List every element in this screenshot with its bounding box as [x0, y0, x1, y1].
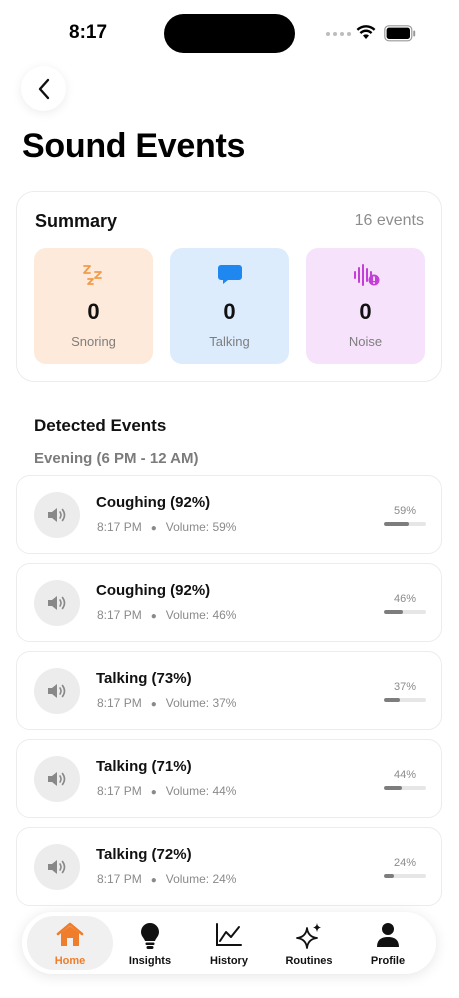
event-time: 8:17 PM — [97, 696, 142, 710]
chevron-left-icon — [38, 78, 49, 99]
event-time: 8:17 PM — [97, 872, 142, 886]
status-bar: 8:17 — [0, 0, 459, 60]
event-meta: 8:17 PM ● Volume: 46% — [97, 608, 237, 622]
tab-home[interactable]: Home — [27, 916, 113, 970]
snoring-tile[interactable]: 0 Snoring — [34, 248, 153, 364]
zzz-icon — [34, 263, 153, 287]
event-title: Coughing (92%) — [96, 582, 211, 599]
event-title: Talking (72%) — [96, 846, 192, 863]
page-title: Sound Events — [22, 127, 246, 165]
talking-label: Talking — [209, 334, 250, 349]
speaker-icon — [34, 668, 80, 714]
event-card[interactable]: Coughing (92%) 8:17 PM ● Volume: 59% 59% — [16, 475, 442, 554]
wifi-icon — [356, 25, 376, 39]
tab-routines[interactable]: Routines — [266, 916, 352, 970]
event-time: 8:17 PM — [97, 608, 142, 622]
event-time: 8:17 PM — [97, 520, 142, 534]
event-card[interactable]: Coughing (92%) 8:17 PM ● Volume: 46% 46% — [16, 563, 442, 642]
event-card[interactable]: Talking (73%) 8:17 PM ● Volume: 37% 37% — [16, 651, 442, 730]
status-time: 8:17 — [69, 22, 108, 43]
detected-events-title: Detected Events — [34, 416, 167, 435]
dynamic-island — [164, 14, 295, 53]
volume-bar — [384, 522, 426, 526]
tab-profile[interactable]: Profile — [345, 916, 431, 970]
sparkles-icon — [266, 922, 352, 950]
event-title: Talking (71%) — [96, 758, 192, 775]
event-meta: 8:17 PM ● Volume: 59% — [97, 520, 237, 534]
event-volume-percent: 46% — [393, 593, 416, 605]
event-time: 8:17 PM — [97, 784, 142, 798]
volume-bar-fill — [384, 610, 404, 614]
speaker-icon — [34, 844, 80, 890]
summary-event-count: 16 events — [354, 212, 424, 229]
cellular-signal-icon — [326, 32, 351, 36]
lightbulb-icon — [107, 922, 193, 950]
battery-icon — [384, 25, 416, 42]
summary-card: Summary 16 events 0 Snoring 0 Talking 0 … — [16, 191, 442, 382]
event-volume: Volume: 24% — [165, 872, 237, 886]
volume-bar-fill — [384, 786, 403, 790]
volume-bar-fill — [384, 698, 400, 702]
talking-count: 0 — [223, 299, 236, 324]
tab-insights-label: Insights — [128, 955, 172, 967]
tab-profile-label: Profile — [370, 955, 406, 967]
tab-home-label: Home — [54, 955, 86, 967]
volume-bar — [384, 610, 426, 614]
event-title: Coughing (92%) — [96, 494, 211, 511]
snoring-count: 0 — [87, 299, 100, 324]
event-volume: Volume: 44% — [165, 784, 237, 798]
tab-insights[interactable]: Insights — [107, 916, 193, 970]
volume-bar-fill — [384, 522, 409, 526]
waveform-alert-icon — [306, 263, 425, 287]
house-icon — [27, 922, 113, 948]
volume-bar — [384, 786, 426, 790]
event-volume-percent: 24% — [393, 857, 416, 869]
tab-routines-label: Routines — [285, 955, 333, 967]
noise-label: Noise — [348, 334, 383, 349]
noise-count: 0 — [359, 299, 372, 324]
snoring-label: Snoring — [71, 334, 116, 349]
tab-history-label: History — [210, 955, 248, 967]
line-chart-icon — [186, 922, 272, 948]
event-volume-percent: 59% — [393, 505, 416, 517]
event-volume: Volume: 46% — [165, 608, 237, 622]
event-card[interactable]: Talking (71%) 8:17 PM ● Volume: 44% 44% — [16, 739, 442, 818]
event-card[interactable]: Talking (72%) 8:17 PM ● Volume: 24% 24% — [16, 827, 442, 906]
tab-history[interactable]: History — [186, 916, 272, 970]
speaker-icon — [34, 580, 80, 626]
time-group-title: Evening (6 PM - 12 AM) — [34, 450, 199, 467]
speaker-icon — [34, 492, 80, 538]
event-meta: 8:17 PM ● Volume: 44% — [97, 784, 237, 798]
back-button[interactable] — [21, 66, 66, 111]
talking-tile[interactable]: 0 Talking — [170, 248, 289, 364]
tab-bar: Home Insights History Routines Profile — [22, 912, 436, 974]
event-title: Talking (73%) — [96, 670, 192, 687]
event-meta: 8:17 PM ● Volume: 37% — [97, 696, 237, 710]
summary-title: Summary — [35, 211, 118, 231]
event-meta: 8:17 PM ● Volume: 24% — [97, 872, 237, 886]
volume-bar — [384, 698, 426, 702]
volume-bar-fill — [384, 874, 395, 878]
event-volume-percent: 44% — [393, 769, 416, 781]
event-volume: Volume: 59% — [165, 520, 237, 534]
volume-bar — [384, 874, 426, 878]
event-volume-percent: 37% — [393, 681, 416, 693]
person-icon — [345, 922, 431, 948]
noise-tile[interactable]: 0 Noise — [306, 248, 425, 364]
speaker-icon — [34, 756, 80, 802]
chat-bubble-icon — [170, 263, 289, 287]
event-volume: Volume: 37% — [165, 696, 237, 710]
